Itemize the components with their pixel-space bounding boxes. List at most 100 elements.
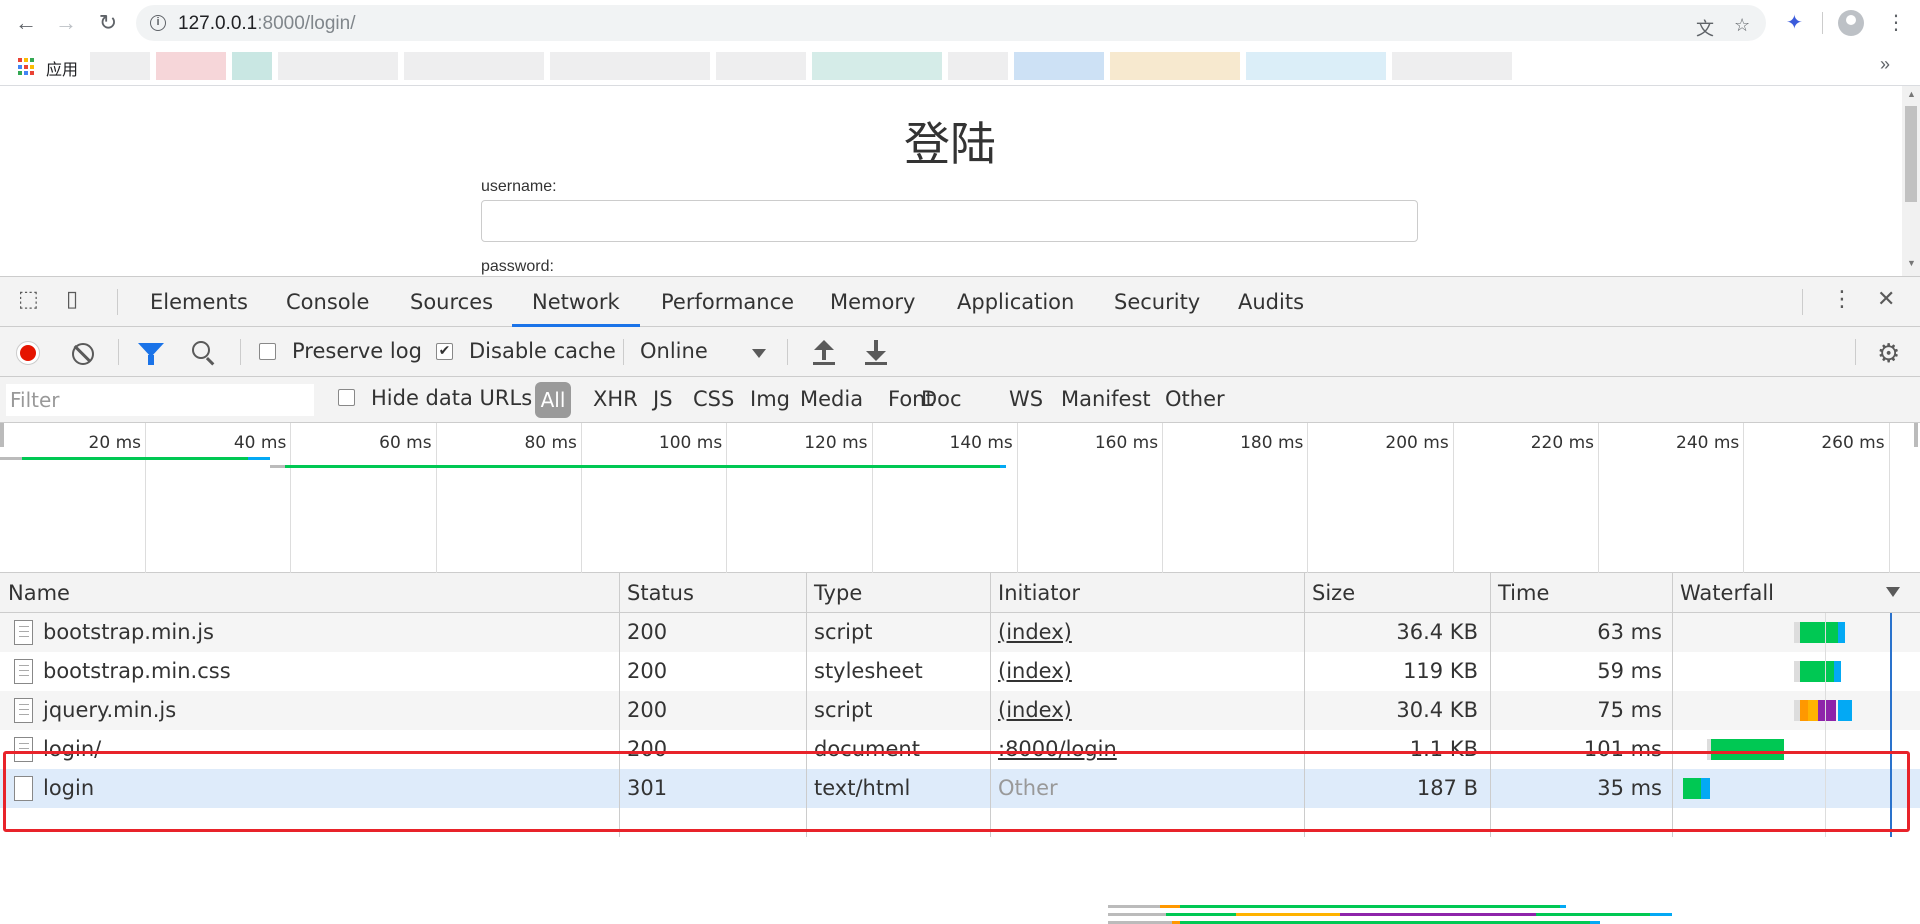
column-header-time[interactable]: Time (1490, 573, 1672, 613)
apps-grid-icon[interactable] (18, 58, 36, 76)
sort-chevron-down-icon[interactable] (1886, 587, 1900, 597)
devtools-menu-kebab-icon[interactable]: ⋮ (1831, 287, 1853, 312)
bookmark-star-icon[interactable]: ☆ (1734, 15, 1750, 36)
extension-icon[interactable]: ✦ (1786, 10, 1803, 35)
page-title: 登陆 (904, 117, 996, 171)
column-header-waterfall[interactable]: Waterfall (1672, 573, 1920, 613)
table-row[interactable]: jquery.min.js 200 script (index) 30.4 KB 75 m… (0, 691, 1920, 730)
disable-cache-label[interactable]: Disable cache (469, 339, 616, 363)
overview-tick-label: 60 ms (379, 433, 432, 453)
hide-data-urls-label[interactable]: Hide data URLs (371, 386, 532, 410)
cell-size: 30.4 KB (1396, 698, 1478, 722)
device-toolbar-icon[interactable]: ▯ (66, 287, 78, 312)
scroll-up-icon[interactable]: ▲ (1907, 89, 1916, 99)
column-header-name[interactable]: Name (0, 573, 619, 613)
hide-data-urls-checkbox[interactable] (338, 389, 355, 406)
url-text[interactable]: 127.0.0.1:8000/login/ (178, 13, 356, 35)
column-header-size[interactable]: Size (1304, 573, 1490, 613)
tab-divider (1802, 289, 1803, 315)
clear-icon[interactable] (72, 343, 94, 365)
export-har-icon[interactable] (865, 340, 887, 365)
import-har-icon[interactable] (813, 340, 835, 365)
overview-timing-bar (22, 457, 248, 460)
overview-handle-right[interactable] (1914, 423, 1918, 447)
overview-gridline (435, 423, 437, 573)
type-filter-css[interactable]: CSS (693, 387, 734, 411)
cell-initiator[interactable]: (index) (998, 691, 1298, 730)
overview-timing-bar (1108, 905, 1160, 908)
table-row[interactable]: bootstrap.min.js 200 script (index) 36.4 KB 6… (0, 613, 1920, 652)
address-bar: ← → ↻ i 127.0.0.1:8000/login/ 文 ☆ ✦ ⋮ (0, 0, 1920, 46)
tab-memory[interactable]: Memory (830, 277, 915, 327)
reload-icon[interactable]: ↻ (96, 11, 120, 35)
disable-cache-checkbox[interactable]: ✔ (436, 343, 453, 360)
overview-tick-label: 200 ms (1385, 433, 1449, 453)
tab-network[interactable]: Network (512, 277, 640, 327)
profile-avatar[interactable] (1838, 10, 1864, 36)
waterfall-bar (1834, 661, 1841, 682)
record-icon[interactable] (16, 341, 40, 365)
overview-gridline (1307, 423, 1309, 573)
tab-audits[interactable]: Audits (1238, 277, 1304, 327)
omnibox[interactable]: i 127.0.0.1:8000/login/ 文 ☆ (136, 5, 1766, 41)
type-filter-doc[interactable]: Doc (921, 387, 962, 411)
tab-elements[interactable]: Elements (150, 277, 248, 327)
cell-initiator[interactable]: (index) (998, 652, 1298, 691)
filter-input[interactable]: Filter (6, 384, 314, 416)
overview-tick-label: 100 ms (658, 433, 723, 453)
translate-icon[interactable]: 文 (1696, 15, 1714, 41)
filter-icon[interactable] (138, 343, 164, 365)
scroll-thumb[interactable] (1905, 106, 1917, 202)
overview-timing-bar (1340, 913, 1536, 916)
apps-label[interactable]: 应用 (46, 56, 78, 80)
type-filter-all[interactable]: All (535, 382, 571, 418)
scroll-down-icon[interactable]: ▼ (1907, 258, 1916, 268)
cell-initiator[interactable]: (index) (998, 613, 1298, 652)
type-filter-img[interactable]: Img (750, 387, 790, 411)
back-icon[interactable]: ← (14, 11, 38, 35)
menu-kebab-icon[interactable]: ⋮ (1886, 10, 1906, 35)
page-scrollbar[interactable]: ▲ ▼ (1902, 86, 1920, 276)
search-icon[interactable] (192, 341, 210, 359)
file-icon (14, 698, 33, 723)
overview-tick-label: 240 ms (1676, 433, 1740, 453)
close-devtools-icon[interactable]: ✕ (1877, 287, 1895, 312)
username-input[interactable] (481, 200, 1418, 242)
toolbar-divider (1855, 339, 1856, 365)
overview-gridline (1888, 423, 1890, 573)
file-icon (14, 659, 33, 684)
overview-tick-label: 20 ms (88, 433, 141, 453)
type-filter-xhr[interactable]: XHR (593, 387, 638, 411)
tab-performance[interactable]: Performance (661, 277, 794, 327)
tab-sources[interactable]: Sources (410, 277, 493, 327)
forward-icon[interactable]: → (54, 11, 78, 35)
type-filter-media[interactable]: Media (800, 387, 863, 411)
gear-icon[interactable]: ⚙ (1877, 339, 1900, 369)
overview-gridline (1743, 423, 1745, 573)
type-filter-other[interactable]: Other (1165, 387, 1225, 411)
preserve-log-checkbox[interactable] (259, 343, 276, 360)
type-filter-js[interactable]: JS (653, 387, 673, 411)
inspect-element-icon[interactable]: ⬚ (18, 287, 39, 312)
cell-status: 200 (627, 698, 668, 722)
toolbar-divider (240, 339, 241, 365)
chevron-down-icon[interactable] (752, 349, 766, 358)
overview-handle-left[interactable] (0, 423, 4, 447)
cell-status: 200 (627, 620, 668, 644)
column-header-initiator[interactable]: Initiator (990, 573, 1304, 613)
network-overview[interactable]: 20 ms 40 ms 60 ms 80 ms 100 ms 120 ms 140 ms 16… (0, 423, 1920, 924)
tab-security[interactable]: Security (1114, 277, 1200, 327)
bookmarks-more-icon[interactable]: » (1880, 54, 1890, 75)
tab-application[interactable]: Application (957, 277, 1074, 327)
column-header-status[interactable]: Status (619, 573, 806, 613)
file-icon (14, 620, 33, 645)
throttling-select[interactable]: Online (640, 339, 708, 363)
table-row[interactable]: bootstrap.min.css 200 stylesheet (index) 119… (0, 652, 1920, 691)
cell-type: script (814, 620, 873, 644)
info-icon[interactable]: i (150, 15, 166, 31)
tab-console[interactable]: Console (286, 277, 369, 327)
column-header-type[interactable]: Type (806, 573, 990, 613)
preserve-log-label[interactable]: Preserve log (292, 339, 422, 363)
type-filter-manifest[interactable]: Manifest (1061, 387, 1151, 411)
type-filter-ws[interactable]: WS (1009, 387, 1043, 411)
